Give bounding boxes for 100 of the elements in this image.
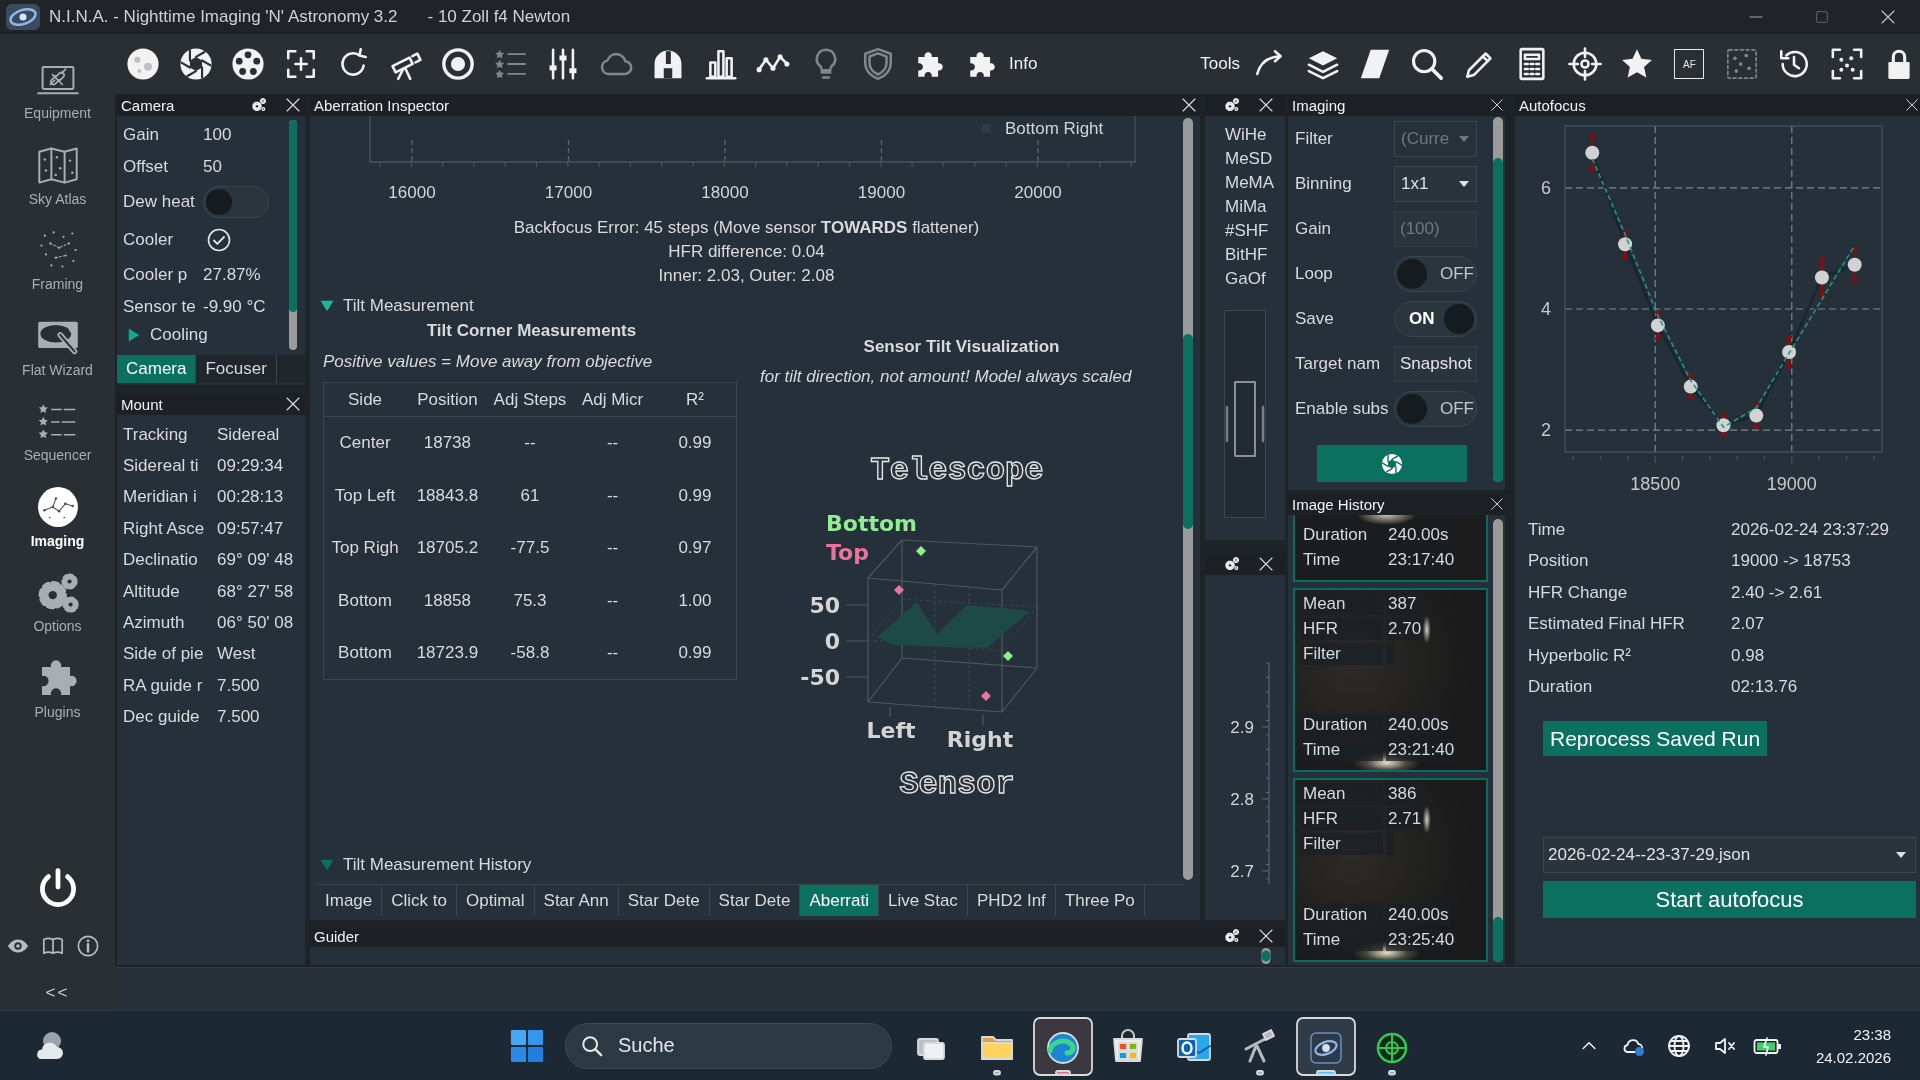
error-bar xyxy=(1588,134,1597,171)
section-expander[interactable]: Tilt Measurement History xyxy=(310,853,1183,877)
table-cell: 18723.9 xyxy=(406,627,489,680)
scrollbar[interactable] xyxy=(289,120,297,350)
aperture-icon[interactable] xyxy=(178,47,213,81)
close-icon[interactable] xyxy=(285,97,301,113)
data-point xyxy=(1650,318,1665,333)
close-icon[interactable] xyxy=(1258,928,1274,944)
toggle-switch[interactable] xyxy=(203,186,269,218)
field-value: 68° 27' 58 xyxy=(217,581,294,602)
toggle-switch[interactable]: OFF xyxy=(1394,390,1477,427)
tab[interactable]: Star Ann xyxy=(534,885,619,916)
tab[interactable]: Live Stac xyxy=(878,885,968,916)
moon-icon[interactable] xyxy=(126,47,160,81)
book-icon[interactable] xyxy=(41,935,65,957)
axis-label: 19000 xyxy=(857,183,906,202)
search-field[interactable]: Suche xyxy=(565,1022,892,1069)
nav-item[interactable]: Options xyxy=(5,571,110,657)
close-icon[interactable] xyxy=(1258,97,1274,113)
stat-label: #SHF xyxy=(1225,220,1270,242)
globe-icon[interactable] xyxy=(1666,1033,1691,1058)
field-value: West xyxy=(217,644,256,665)
field-value: 2.07 xyxy=(1731,614,1765,635)
field-value: 387 xyxy=(1386,592,1419,615)
tab[interactable]: Focuser xyxy=(196,355,277,383)
scrollbar-thumb[interactable] xyxy=(1493,917,1503,962)
search-icon[interactable] xyxy=(1410,47,1445,81)
reprocess-button[interactable]: Reprocess Saved Run xyxy=(1543,721,1768,756)
settings-icon[interactable] xyxy=(251,97,267,113)
field-value: 2.40 -> 2.61 xyxy=(1731,582,1823,603)
toggle-switch[interactable]: OFF xyxy=(1394,255,1477,292)
table-cell: -- xyxy=(571,627,654,680)
nav-item[interactable]: Plugins xyxy=(5,656,110,742)
dots-frame-icon[interactable] xyxy=(1829,47,1864,81)
close-icon[interactable] xyxy=(1181,97,1197,113)
close-icon[interactable] xyxy=(1880,9,1896,25)
labeled-tool-button[interactable]: Info xyxy=(966,47,1038,81)
start-autofocus-button[interactable]: Start autofocus xyxy=(1543,881,1916,918)
field-value: 100 xyxy=(203,125,232,145)
nav-item[interactable]: Flat Wizard xyxy=(5,314,110,400)
tab[interactable]: Camera xyxy=(117,355,197,383)
scrollbar[interactable] xyxy=(1493,519,1503,962)
nav-item[interactable]: Sky Atlas xyxy=(5,143,110,229)
scrollbar[interactable] xyxy=(1183,118,1193,880)
field-value: 02:13.76 xyxy=(1731,677,1798,698)
scroll-knob-icon[interactable] xyxy=(1260,947,1272,965)
bar-chart-icon[interactable] xyxy=(703,47,738,81)
panel-title: Camera xyxy=(121,96,175,114)
four-squares-icon[interactable] xyxy=(510,1028,544,1063)
field-value: 240.00s xyxy=(1386,523,1451,546)
tab[interactable]: Star Dete xyxy=(618,885,710,916)
close-icon[interactable] xyxy=(1258,556,1274,572)
axis-label: Left xyxy=(866,718,916,743)
nav-item[interactable]: Equipment xyxy=(5,58,110,144)
scrollbar-thumb[interactable] xyxy=(289,120,297,312)
settings-icon[interactable] xyxy=(1224,97,1240,113)
tab[interactable]: Click to xyxy=(382,885,457,916)
tab[interactable]: PHD2 Inf xyxy=(967,885,1056,916)
filter-wheel-icon[interactable] xyxy=(231,47,265,81)
checked-circle-icon[interactable] xyxy=(207,228,231,252)
close-icon[interactable] xyxy=(1490,497,1504,511)
input-field[interactable]: Snapshot xyxy=(1394,345,1477,382)
slider-thumb[interactable] xyxy=(1225,381,1265,458)
history-card[interactable]: Mean 387 HFR 2.70 Filter Duration 240.00s Time 23:21:40 xyxy=(1293,588,1488,772)
section-expander[interactable]: Tilt Measurement xyxy=(310,294,1183,318)
history-card[interactable]: Mean 386 HFR 2.71 Filter Duration 240.00s Time 23:25:40 xyxy=(1293,778,1488,962)
settings-icon[interactable] xyxy=(1224,928,1240,944)
field-value: 240.00s xyxy=(1386,903,1451,926)
close-icon[interactable] xyxy=(1490,98,1504,112)
orbit-icon[interactable] xyxy=(1295,1015,1356,1076)
file-dropdown[interactable]: 2026-02-24--23-37-29.json xyxy=(1543,837,1916,873)
info-icon[interactable] xyxy=(76,935,100,957)
nav-item[interactable]: Imaging xyxy=(5,485,110,571)
tab[interactable]: Aberrati xyxy=(800,885,879,916)
field-label: HFR xyxy=(1301,807,1383,830)
crosshair-icon[interactable] xyxy=(1567,47,1602,81)
slider-track[interactable] xyxy=(1224,310,1266,518)
axis-label: 18500 xyxy=(1630,474,1681,494)
scrollbar-thumb[interactable] xyxy=(1183,334,1193,529)
summary-text: Inner: 2.03, Outer: 2.08 xyxy=(657,265,836,287)
field-label: Filter xyxy=(1295,128,1334,149)
input-field[interactable]: (100) xyxy=(1394,210,1477,247)
af-tool-button[interactable]: AF xyxy=(1674,49,1705,79)
close-icon[interactable] xyxy=(285,396,301,412)
field-label: Time xyxy=(1301,738,1383,761)
corner-point xyxy=(1003,651,1013,661)
settings-icon[interactable] xyxy=(1224,556,1240,572)
capture-button[interactable] xyxy=(1316,445,1467,482)
close-icon[interactable] xyxy=(1905,98,1919,112)
nav-item[interactable]: Sequencer xyxy=(5,400,110,486)
section-expander[interactable]: Cooling xyxy=(123,323,289,347)
tab[interactable]: Image xyxy=(316,885,383,916)
dropdown[interactable]: 1x1 xyxy=(1394,165,1477,202)
history-card[interactable]: Duration 240.00s Time 23:17:40 xyxy=(1293,515,1488,582)
toggle-switch[interactable]: ON xyxy=(1394,300,1477,337)
tab[interactable]: Optimal xyxy=(457,885,535,916)
tab[interactable]: Three Po xyxy=(1055,885,1145,916)
nav-item[interactable]: Framing xyxy=(5,229,110,315)
collapse-button[interactable]: << xyxy=(45,983,70,1003)
target-icon[interactable] xyxy=(441,47,475,81)
